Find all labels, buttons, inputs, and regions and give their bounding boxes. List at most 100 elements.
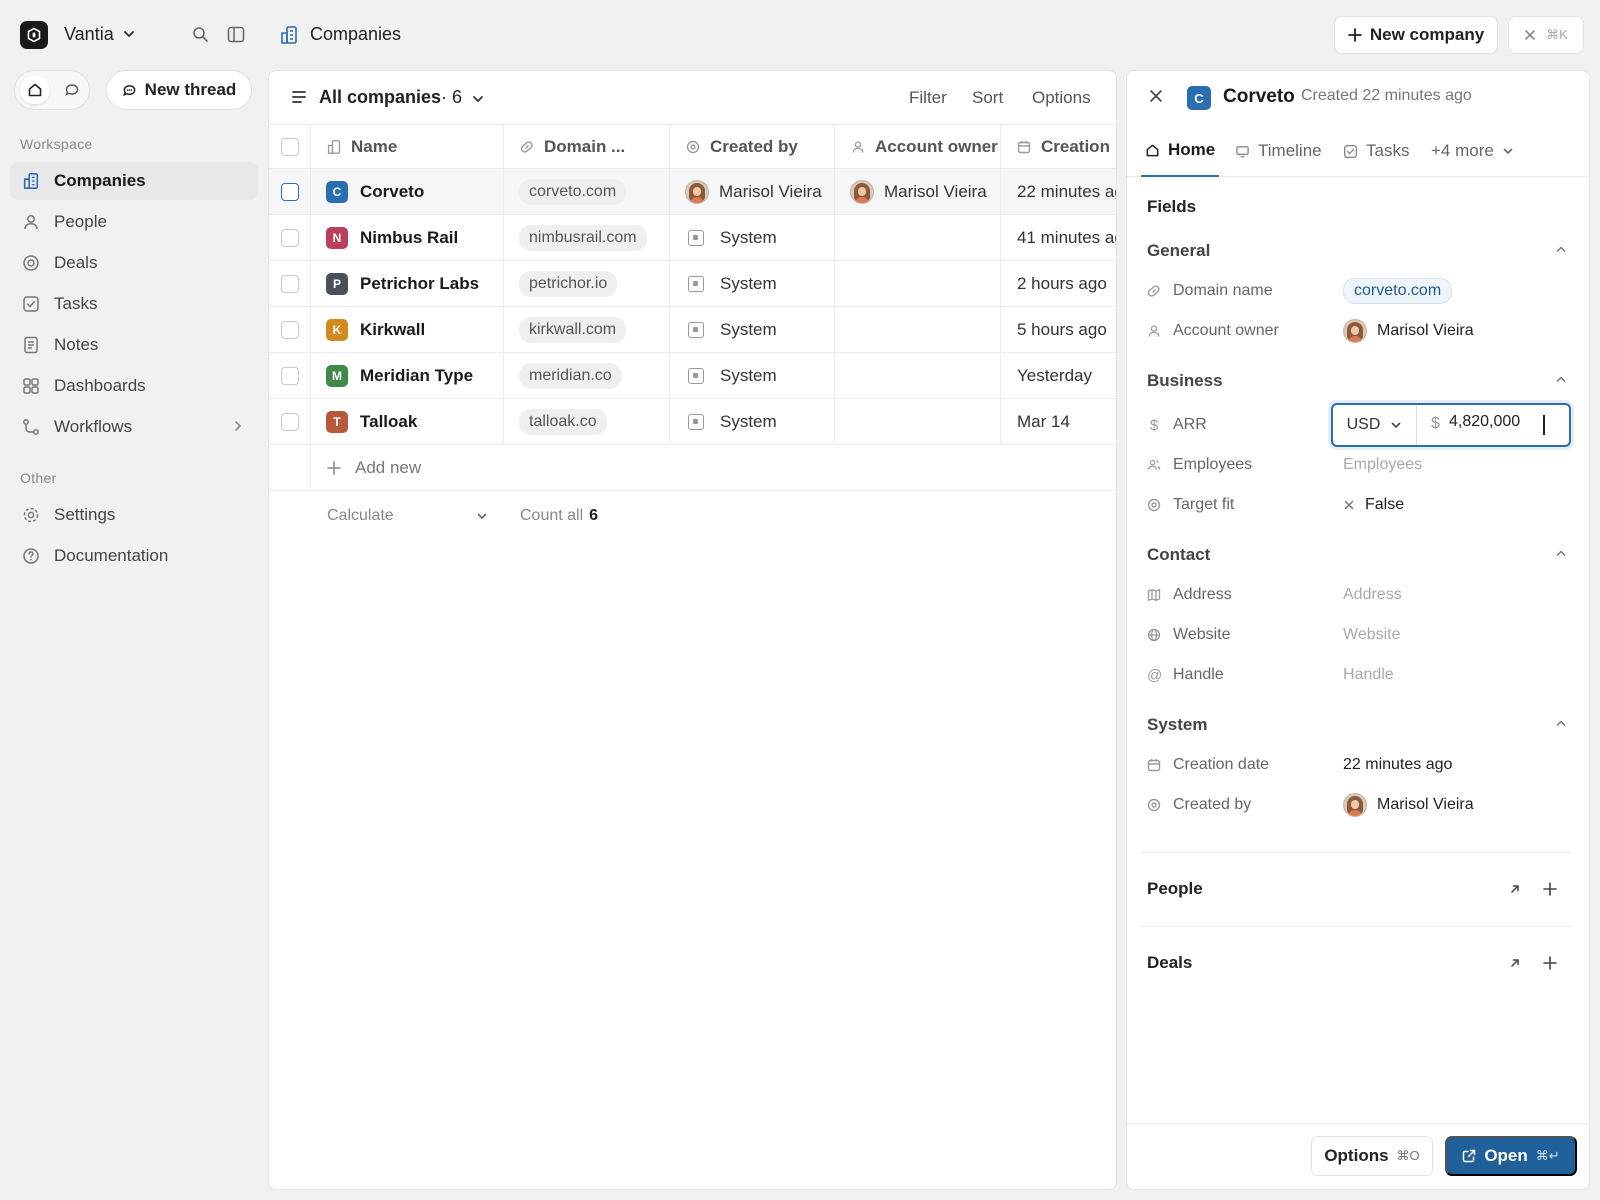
chevron-up-icon[interactable] xyxy=(1555,373,1567,385)
group-title-contact[interactable]: Contact xyxy=(1147,545,1210,565)
add-new-button[interactable]: Add new xyxy=(311,445,611,491)
row-checkbox[interactable] xyxy=(280,275,299,293)
record-options-button[interactable]: Options ⌘O xyxy=(1311,1136,1433,1176)
home-icon[interactable] xyxy=(20,76,50,104)
filter-button[interactable]: Filter xyxy=(909,88,947,108)
plus-icon[interactable] xyxy=(1543,882,1557,896)
field-value-website[interactable]: Website xyxy=(1343,623,1401,647)
created-by-cell[interactable]: System xyxy=(670,353,835,399)
relation-title-people[interactable]: People xyxy=(1147,879,1203,899)
sidebar-item-people[interactable]: People xyxy=(10,203,258,241)
domain-cell[interactable]: meridian.co xyxy=(504,353,670,399)
sidebar-item-companies[interactable]: Companies xyxy=(10,162,258,200)
created-by-cell[interactable]: System xyxy=(670,215,835,261)
sidebar-item-dashboards[interactable]: Dashboards xyxy=(10,367,258,405)
table-row[interactable]: C Corveto corveto.com Marisol Vieira Mar… xyxy=(269,169,1116,215)
arrow-up-right-icon[interactable] xyxy=(1509,957,1521,969)
field-value-handle[interactable]: Handle xyxy=(1343,663,1394,687)
column-header-account-owner[interactable]: Account owner xyxy=(835,125,1001,169)
account-owner-cell[interactable] xyxy=(835,399,1001,445)
name-cell[interactable]: M Meridian Type xyxy=(311,353,504,399)
sidebar-item-workflows[interactable]: Workflows xyxy=(10,408,258,446)
domain-cell[interactable]: kirkwall.com xyxy=(504,307,670,353)
chevron-up-icon[interactable] xyxy=(1555,717,1567,729)
select-all-checkbox[interactable] xyxy=(280,138,299,156)
sort-button[interactable]: Sort xyxy=(972,88,1003,108)
chevron-up-icon[interactable] xyxy=(1555,243,1567,255)
row-checkbox[interactable] xyxy=(280,229,299,247)
domain-pill[interactable]: meridian.co xyxy=(519,363,622,389)
arr-currency-editor[interactable]: USD $ xyxy=(1331,403,1571,447)
domain-pill[interactable]: talloak.co xyxy=(519,409,607,435)
arrow-up-right-icon[interactable] xyxy=(1509,883,1521,895)
record-name[interactable]: Corveto xyxy=(1223,86,1295,108)
domain-cell[interactable]: nimbusrail.com xyxy=(504,215,670,261)
calculate-dropdown[interactable]: Calculate xyxy=(311,491,504,541)
table-row[interactable]: T Talloak talloak.co System Mar 14 xyxy=(269,399,1116,445)
creation-cell[interactable]: Mar 14 xyxy=(1001,399,1116,445)
search-icon[interactable] xyxy=(192,26,209,43)
tab-timeline[interactable]: Timeline xyxy=(1235,125,1322,177)
table-row[interactable]: P Petrichor Labs petrichor.io System 2 h… xyxy=(269,261,1116,307)
chevron-right-icon[interactable] xyxy=(232,420,244,432)
created-by-cell[interactable]: System xyxy=(670,261,835,307)
plus-icon[interactable] xyxy=(1543,956,1557,970)
name-cell[interactable]: T Talloak xyxy=(311,399,504,445)
account-owner-cell[interactable] xyxy=(835,215,1001,261)
close-panel-button[interactable]: ⌘K xyxy=(1508,16,1584,54)
name-cell[interactable]: N Nimbus Rail xyxy=(311,215,504,261)
creation-cell[interactable]: 5 hours ago xyxy=(1001,307,1116,353)
domain-cell[interactable]: corveto.com xyxy=(504,169,670,215)
creation-cell[interactable]: 22 minutes ago xyxy=(1001,169,1116,215)
field-value-employees[interactable]: Employees xyxy=(1343,453,1422,477)
field-value-domain[interactable]: corveto.com xyxy=(1343,278,1453,304)
creation-cell[interactable]: 41 minutes ago xyxy=(1001,215,1116,261)
currency-select[interactable]: USD xyxy=(1333,405,1417,445)
account-owner-cell[interactable] xyxy=(835,307,1001,353)
domain-cell[interactable]: petrichor.io xyxy=(504,261,670,307)
domain-pill[interactable]: nimbusrail.com xyxy=(519,225,647,251)
tab-more[interactable]: +4 more xyxy=(1431,125,1514,177)
created-by-cell[interactable]: System xyxy=(670,399,835,445)
sidebar-item-notes[interactable]: Notes xyxy=(10,326,258,364)
domain-pill[interactable]: petrichor.io xyxy=(519,271,618,297)
relation-title-deals[interactable]: Deals xyxy=(1147,953,1192,973)
group-title-business[interactable]: Business xyxy=(1147,371,1223,391)
domain-pill[interactable]: kirkwall.com xyxy=(519,317,627,343)
sidebar-toggle-icon[interactable] xyxy=(227,26,245,43)
group-title-system[interactable]: System xyxy=(1147,715,1207,735)
name-cell[interactable]: P Petrichor Labs xyxy=(311,261,504,307)
tab-home[interactable]: Home xyxy=(1141,125,1220,177)
column-header-domain[interactable]: Domain ... xyxy=(504,125,670,169)
new-thread-button[interactable]: New thread xyxy=(106,70,252,110)
count-all[interactable]: Count all 6 xyxy=(520,491,598,541)
column-header-created-by[interactable]: Created by xyxy=(670,125,835,169)
row-checkbox[interactable] xyxy=(280,413,299,431)
options-button[interactable]: Options xyxy=(1032,88,1091,108)
row-checkbox[interactable] xyxy=(280,367,299,385)
view-list-icon[interactable] xyxy=(291,90,307,104)
table-row[interactable]: N Nimbus Rail nimbusrail.com System 41 m… xyxy=(269,215,1116,261)
table-row[interactable]: K Kirkwall kirkwall.com System 5 hours a… xyxy=(269,307,1116,353)
field-value-account-owner[interactable]: Marisol Vieira xyxy=(1343,319,1474,343)
view-title[interactable]: All companies xyxy=(319,87,441,108)
sidebar-item-documentation[interactable]: Documentation xyxy=(10,537,258,575)
column-header-name[interactable]: Name xyxy=(311,125,504,169)
sidebar-item-tasks[interactable]: Tasks xyxy=(10,285,258,323)
chevron-up-icon[interactable] xyxy=(1555,547,1567,559)
field-value-target-fit[interactable]: False xyxy=(1343,493,1404,517)
domain-chip[interactable]: corveto.com xyxy=(1343,278,1453,304)
workspace-name[interactable]: Vantia xyxy=(64,24,114,45)
creation-cell[interactable]: Yesterday xyxy=(1001,353,1116,399)
creation-cell[interactable]: 2 hours ago xyxy=(1001,261,1116,307)
domain-pill[interactable]: corveto.com xyxy=(519,179,627,205)
chat-bubble-icon[interactable] xyxy=(57,76,87,104)
row-checkbox[interactable] xyxy=(280,183,299,201)
account-owner-cell[interactable] xyxy=(835,261,1001,307)
new-company-button[interactable]: New company xyxy=(1334,16,1498,54)
sidebar-item-deals[interactable]: Deals xyxy=(10,244,258,282)
add-new-row[interactable]: Add new xyxy=(269,445,1116,491)
row-checkbox[interactable] xyxy=(280,321,299,339)
table-row[interactable]: M Meridian Type meridian.co System Yeste… xyxy=(269,353,1116,399)
name-cell[interactable]: C Corveto xyxy=(311,169,504,215)
